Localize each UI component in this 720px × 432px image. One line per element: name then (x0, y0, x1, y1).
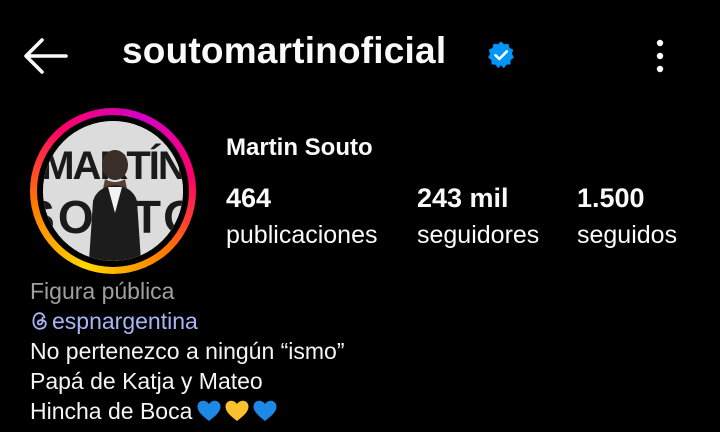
bio-line-1: No pertenezco a ningún “ismo” (30, 338, 345, 364)
bio-line-3-wrap: Hincha de Boca (30, 396, 345, 426)
top-bar: soutomartinoficial (0, 0, 720, 110)
following-stat[interactable]: 1.500 seguidos (577, 182, 677, 252)
blue-heart-icon (253, 400, 277, 421)
blue-heart-icon (197, 400, 221, 421)
followers-label: seguidores (417, 221, 540, 249)
back-button[interactable] (22, 36, 68, 76)
threads-icon (32, 312, 47, 330)
bio-line-3: Hincha de Boca (30, 398, 193, 424)
more-options-button[interactable] (643, 38, 677, 74)
posts-count: 464 (226, 183, 272, 213)
followers-stat[interactable]: 243 mil seguidores (417, 182, 539, 252)
yellow-heart-icon (225, 400, 249, 421)
following-count: 1.500 (577, 183, 645, 213)
profile-username: soutomartinoficial (122, 30, 447, 71)
story-ring[interactable]: MARTÍN SOUTO (30, 108, 196, 274)
more-vertical-icon (656, 39, 664, 73)
heart-emojis (196, 399, 278, 423)
profile-avatar[interactable]: MARTÍN SOUTO (43, 121, 183, 261)
mention-text: espnargentina (52, 308, 198, 334)
verified-badge-icon (488, 41, 514, 69)
display-name: Martin Souto (226, 134, 373, 161)
posts-stat[interactable]: 464 publicaciones (226, 182, 378, 252)
followers-count: 243 mil (417, 183, 509, 213)
arrow-left-icon (24, 38, 68, 74)
following-label: seguidos (577, 221, 678, 249)
avatar-image: MARTÍN SOUTO (43, 121, 183, 261)
posts-label: publicaciones (226, 221, 378, 249)
bio-line-2: Papá de Katja y Mateo (30, 368, 263, 394)
profile-bio: Figura pública espnargentina No pertenez… (30, 276, 345, 426)
mention-link[interactable]: espnargentina (30, 306, 345, 336)
category-label: Figura pública (30, 278, 175, 304)
